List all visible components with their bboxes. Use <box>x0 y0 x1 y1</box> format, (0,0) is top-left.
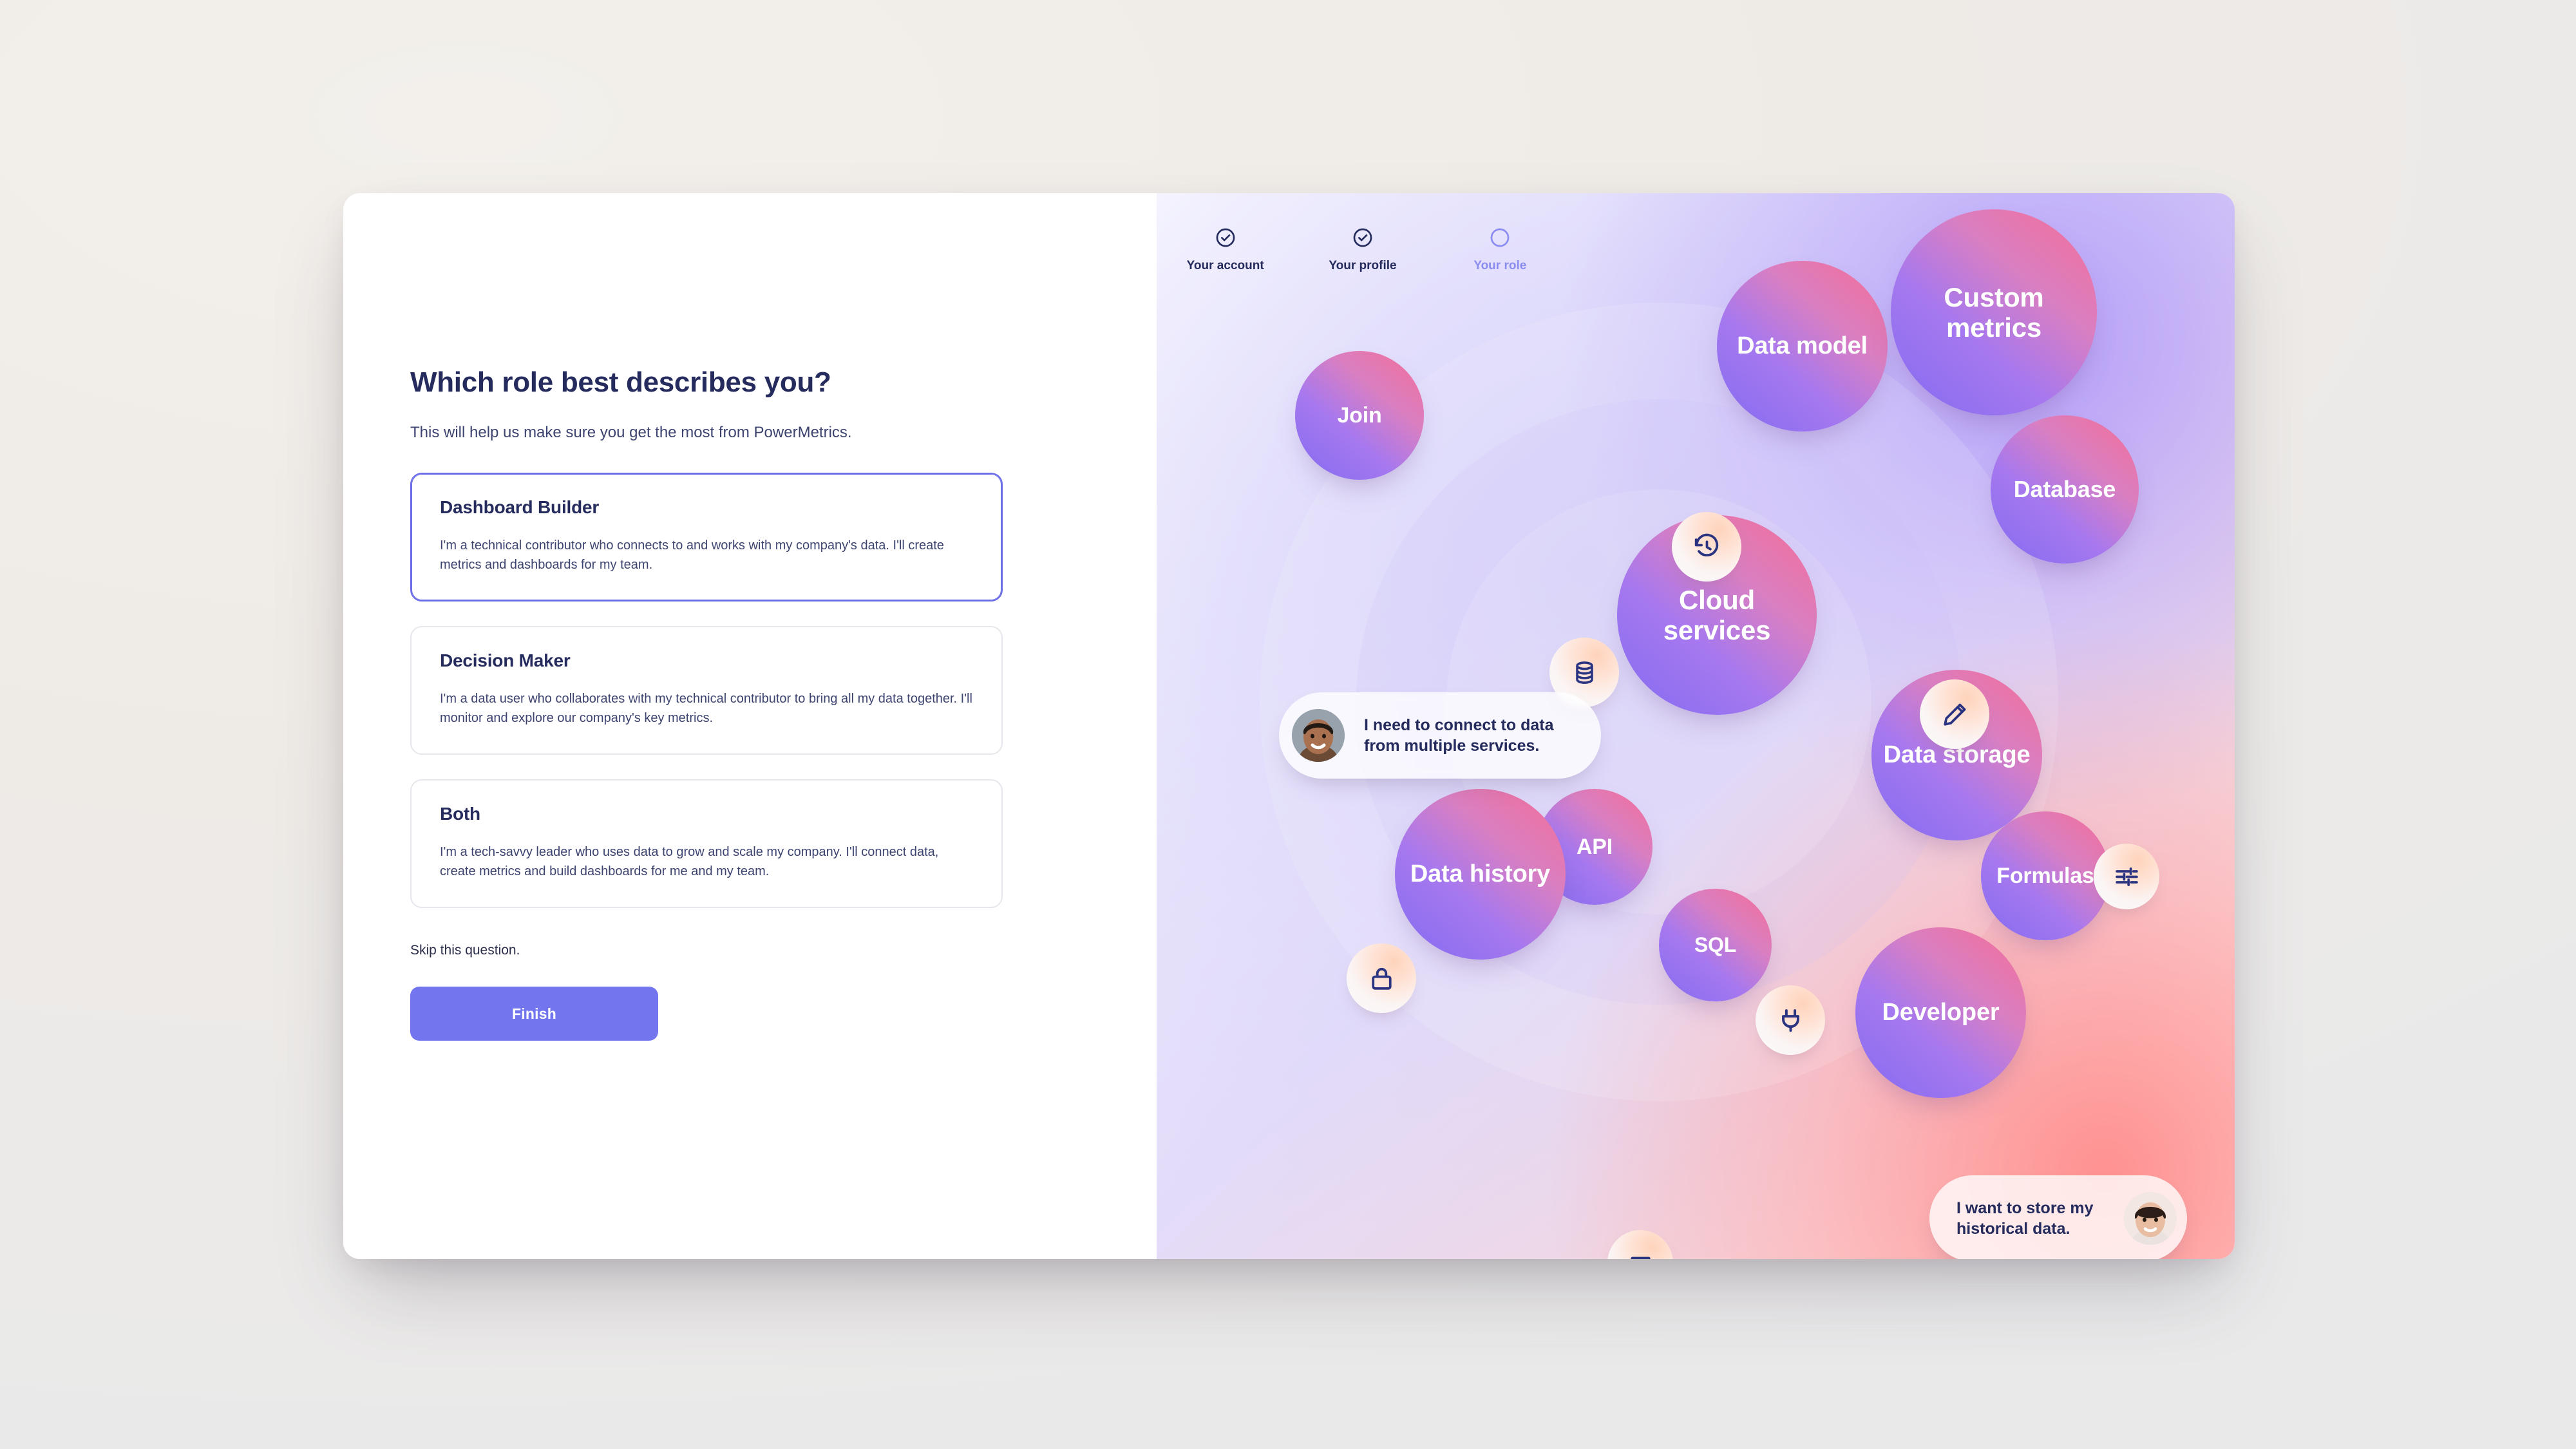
role-card-title: Dashboard Builder <box>440 497 600 518</box>
icon-chip-pencil <box>1920 679 1989 749</box>
empty-circle-icon <box>1490 228 1510 247</box>
page-title: Which role best describes you? <box>410 366 831 398</box>
left-form-pane: Which role best describes you? This will… <box>343 193 1157 1259</box>
lock-icon <box>1371 967 1392 990</box>
topic-bubble-label: Formulas <box>1996 863 2094 888</box>
topic-bubble-label: Join <box>1337 402 1382 428</box>
illustration-pane: Data model Custom metrics Join Database Clou… <box>1157 193 2235 1259</box>
topic-bubble-developer: Developer <box>1855 927 2026 1098</box>
step-label: Your role <box>1473 259 1527 272</box>
history-icon <box>1694 533 1718 556</box>
check-circle-icon <box>1216 228 1235 247</box>
avatar <box>1292 709 1345 762</box>
topic-bubble-label: SQL <box>1694 933 1737 956</box>
topic-bubble-label: Developer <box>1882 999 2000 1027</box>
testimonial-text: I want to store my historical data. <box>1956 1198 2094 1238</box>
topic-bubble-custom-metrics: Custom metrics <box>1891 209 2097 415</box>
step-label: Your account <box>1186 259 1264 272</box>
page-subtitle: This will help us make sure you get the … <box>410 424 852 442</box>
female-avatar-icon <box>2124 1192 2177 1245</box>
table-icon <box>1630 1256 1651 1259</box>
role-card-title: Decision Maker <box>440 650 571 671</box>
topic-bubble-join: Join <box>1295 351 1424 480</box>
avatar <box>2124 1192 2177 1245</box>
topic-bubble-label: Custom metrics <box>1944 281 2044 343</box>
onboarding-window: Which role best describes you? This will… <box>343 193 2235 1259</box>
role-card-decision-maker[interactable]: Decision Maker I'm a data user who colla… <box>410 626 1003 755</box>
role-card-description: I'm a technical contributor who connects… <box>440 538 944 573</box>
topic-bubble-label: Data history <box>1410 860 1551 888</box>
topic-bubble-data-model: Data model <box>1717 261 1888 431</box>
icon-chip-sliders <box>2094 844 2159 909</box>
role-card-both[interactable]: Both I'm a tech-savvy leader who uses da… <box>410 779 1003 909</box>
step-your-profile[interactable]: Your profile <box>1294 227 1431 273</box>
testimonial-bubble-connect: I need to connect to data from multiple … <box>1279 692 1601 779</box>
database-icon <box>1575 661 1593 684</box>
topic-bubble-label: Data model <box>1737 332 1868 360</box>
topic-bubble-database: Database <box>1991 415 2139 564</box>
icon-chip-plug <box>1756 985 1825 1055</box>
role-card-description: I'm a data user who collaborates with my… <box>440 692 972 726</box>
step-your-account[interactable]: Your account <box>1157 227 1294 273</box>
testimonial-text: I need to connect to data from multiple … <box>1364 715 1554 755</box>
pencil-icon <box>1943 703 1965 726</box>
step-label: Your profile <box>1329 259 1397 272</box>
topic-bubble-formulas: Formulas <box>1981 811 2110 940</box>
topic-bubble-sql: SQL <box>1659 889 1772 1001</box>
check-circle-icon <box>1353 228 1372 247</box>
skip-question-link[interactable]: Skip this question. <box>410 943 520 958</box>
role-card-dashboard-builder[interactable]: Dashboard Builder I'm a technical contri… <box>410 473 1003 602</box>
male-avatar-icon <box>1292 709 1345 762</box>
role-card-description: I'm a tech-savvy leader who uses data to… <box>440 845 939 879</box>
topic-bubble-label: Database <box>2013 475 2116 502</box>
topic-bubble-label: Cloud services <box>1663 584 1771 645</box>
plug-icon <box>1781 1009 1799 1032</box>
sliders-icon <box>2115 867 2138 886</box>
icon-chip-lock <box>1347 943 1416 1013</box>
role-card-title: Both <box>440 804 480 824</box>
role-option-list: Dashboard Builder I'm a technical contri… <box>410 473 1009 909</box>
icon-chip-history <box>1672 512 1741 582</box>
progress-stepper: Your account Your profile Your role <box>1157 227 1569 273</box>
icon-chip-table <box>1607 1230 1673 1259</box>
finish-button[interactable]: Finish <box>410 987 658 1041</box>
testimonial-bubble-historical: I want to store my historical data. <box>1929 1175 2187 1259</box>
topic-bubble-data-history: Data history <box>1395 789 1566 960</box>
step-your-role[interactable]: Your role <box>1432 227 1569 273</box>
topic-bubble-label: API <box>1576 834 1613 859</box>
